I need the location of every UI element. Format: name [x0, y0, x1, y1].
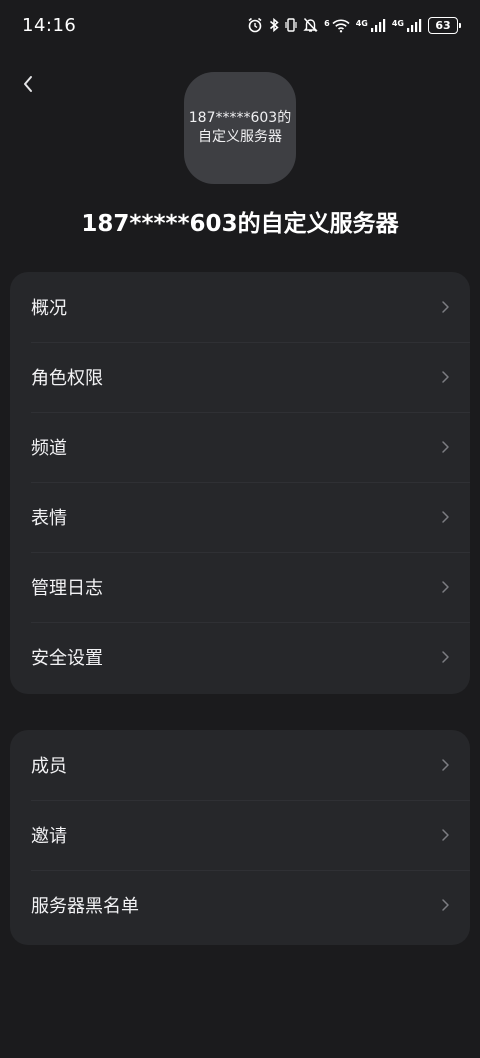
menu-item-server-blacklist[interactable]: 服务器黑名单: [10, 870, 470, 940]
chevron-right-icon: [442, 371, 449, 383]
menu-item-label: 服务器黑名单: [31, 896, 139, 917]
server-settings-screen: 14:16 6 4G 4G 63 187*****603的 自定义服务器 187…: [0, 0, 480, 1058]
menu-item-label: 概况: [31, 298, 67, 319]
server-avatar[interactable]: 187*****603的 自定义服务器: [184, 72, 296, 184]
menu-item-members[interactable]: 成员: [10, 730, 470, 800]
settings-menu-group-2: 成员 邀请 服务器黑名单: [10, 730, 470, 945]
chevron-left-icon: [24, 76, 32, 92]
network-label-1: 4G: [355, 18, 368, 28]
chevron-right-icon: [442, 581, 449, 593]
mute-icon: [303, 17, 318, 33]
menu-item-label: 频道: [31, 438, 67, 459]
chevron-right-icon: [442, 829, 449, 841]
menu-item-roles-permissions[interactable]: 角色权限: [10, 342, 470, 412]
menu-item-audit-log[interactable]: 管理日志: [10, 552, 470, 622]
vibrate-icon: [285, 17, 297, 33]
status-time: 14:16: [22, 14, 77, 36]
settings-menu-group-1: 概况 角色权限 频道 表情 管理日志 安全设置: [10, 272, 470, 694]
server-title: 187*****603的自定义服务器: [81, 211, 399, 237]
wifi-icon: [332, 18, 350, 33]
battery-icon: 63: [428, 16, 461, 34]
status-icons: 6 4G 4G 63: [247, 16, 461, 34]
menu-item-overview[interactable]: 概况: [10, 272, 470, 342]
back-button[interactable]: [12, 68, 44, 100]
avatar-text-line-2: 自定义服务器: [198, 129, 282, 145]
network-label-2: 4G: [391, 18, 404, 28]
signal-icon-2: [406, 18, 422, 33]
bluetooth-icon: [269, 17, 279, 33]
avatar-text-line-1: 187*****603的: [188, 110, 292, 126]
menu-item-label: 管理日志: [31, 578, 103, 599]
wifi-label: 6: [324, 18, 330, 28]
menu-item-label: 安全设置: [31, 648, 103, 669]
status-bar: 14:16 6 4G 4G 63: [0, 0, 480, 50]
chevron-right-icon: [442, 899, 449, 911]
chevron-right-icon: [442, 759, 449, 771]
alarm-icon: [247, 17, 263, 33]
chevron-right-icon: [442, 441, 449, 453]
chevron-right-icon: [442, 301, 449, 313]
menu-item-channels[interactable]: 频道: [10, 412, 470, 482]
menu-item-emoji[interactable]: 表情: [10, 482, 470, 552]
menu-item-label: 成员: [31, 756, 67, 777]
chevron-right-icon: [442, 511, 449, 523]
menu-item-invites[interactable]: 邀请: [10, 800, 470, 870]
menu-item-security-settings[interactable]: 安全设置: [10, 622, 470, 692]
signal-icon: [370, 18, 386, 33]
chevron-right-icon: [442, 651, 449, 663]
menu-item-label: 角色权限: [31, 368, 103, 389]
menu-item-label: 表情: [31, 508, 67, 529]
menu-item-label: 邀请: [31, 826, 67, 847]
